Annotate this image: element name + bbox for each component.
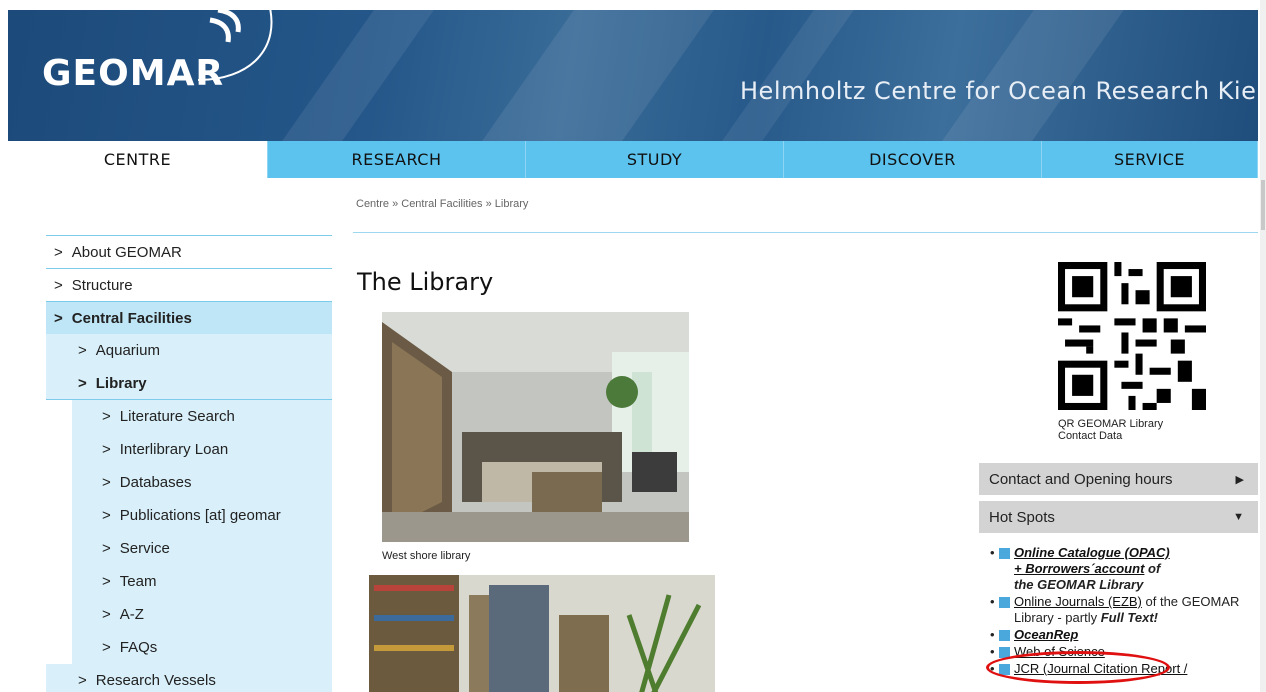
triangle-right-icon: ▶ [1235,473,1244,486]
sidebar-item-library[interactable]: > Library [46,367,332,400]
library-photo-west-shore [382,312,689,542]
qr-caption: QR GEOMAR Library Contact Data [1058,418,1164,442]
page-title: The Library [357,268,494,296]
photo-caption: West shore library [382,550,471,562]
sidebar-item-structure[interactable]: > Structure [46,268,332,301]
sidebar-item-databases[interactable]: > Databases [72,466,332,499]
accordion-hot-spots[interactable]: Hot Spots ▼ [979,501,1258,533]
list-item: • OceanRep [990,627,1079,642]
sidebar-item-aquarium[interactable]: > Aquarium [46,334,332,367]
sidebar-item-faqs[interactable]: > FAQs [72,631,332,664]
opac-link[interactable]: Online Catalogue (OPAC) [1014,545,1170,560]
logo-swoosh-icon [197,10,273,81]
sidebar-item-interlibrary-loan[interactable]: > Interlibrary Loan [72,433,332,466]
library-photo-shelves [369,575,715,692]
borrowers-account-link[interactable]: + Borrowers´account [1014,561,1144,576]
sidebar-item-literature-search[interactable]: > Literature Search [72,400,332,433]
nav-study[interactable]: STUDY [526,141,784,178]
accordion-contact-opening-hours[interactable]: Contact and Opening hours ▶ [979,463,1258,495]
site-header: GEOMAR Helmholtz Centre for Ocean Resear… [8,10,1258,141]
sidebar-item-about-geomar[interactable]: > About GEOMAR [46,235,332,268]
nav-centre[interactable]: CENTRE [8,141,268,178]
sidebar-item-publications[interactable]: > Publications [at] geomar [72,499,332,532]
external-link-icon [999,548,1010,559]
qr-code [1058,262,1206,410]
sidebar-item-research-vessels[interactable]: > Research Vessels [46,664,332,692]
page: GEOMAR Helmholtz Centre for Ocean Resear… [8,10,1258,692]
main-navigation: CENTRE RESEARCH STUDY DISCOVER SERVICE [8,141,1258,178]
ezb-link[interactable]: Online Journals (EZB) [1014,594,1142,609]
triangle-down-icon: ▼ [1233,511,1244,523]
sidebar-navigation: > About GEOMAR > Structure > Central Facili… [46,235,332,692]
sidebar-item-service[interactable]: > Service [72,532,332,565]
nav-research[interactable]: RESEARCH [268,141,526,178]
breadcrumb[interactable]: Centre » Central Facilities » Library [356,198,528,210]
list-item: • Online Catalogue (OPAC) + Borrowers´ac… [990,545,1170,592]
nav-service[interactable]: SERVICE [1042,141,1258,178]
oceanrep-link[interactable]: OceanRep [1014,627,1078,642]
nav-discover[interactable]: DISCOVER [784,141,1042,178]
external-link-icon [999,630,1010,641]
scrollbar-thumb[interactable] [1261,180,1265,230]
site-tagline: Helmholtz Centre for Ocean Research Kie [740,77,1257,105]
content-divider [353,232,1258,233]
scrollbar[interactable] [1260,0,1266,692]
sidebar-item-central-facilities[interactable]: > Central Facilities [46,301,332,334]
sidebar-item-a-z[interactable]: > A-Z [72,598,332,631]
sidebar-item-team[interactable]: > Team [72,565,332,598]
list-item: • Online Journals (EZB) of the GEOMAR Li… [990,594,1240,625]
highlight-circle [986,651,1170,684]
external-link-icon [999,597,1010,608]
